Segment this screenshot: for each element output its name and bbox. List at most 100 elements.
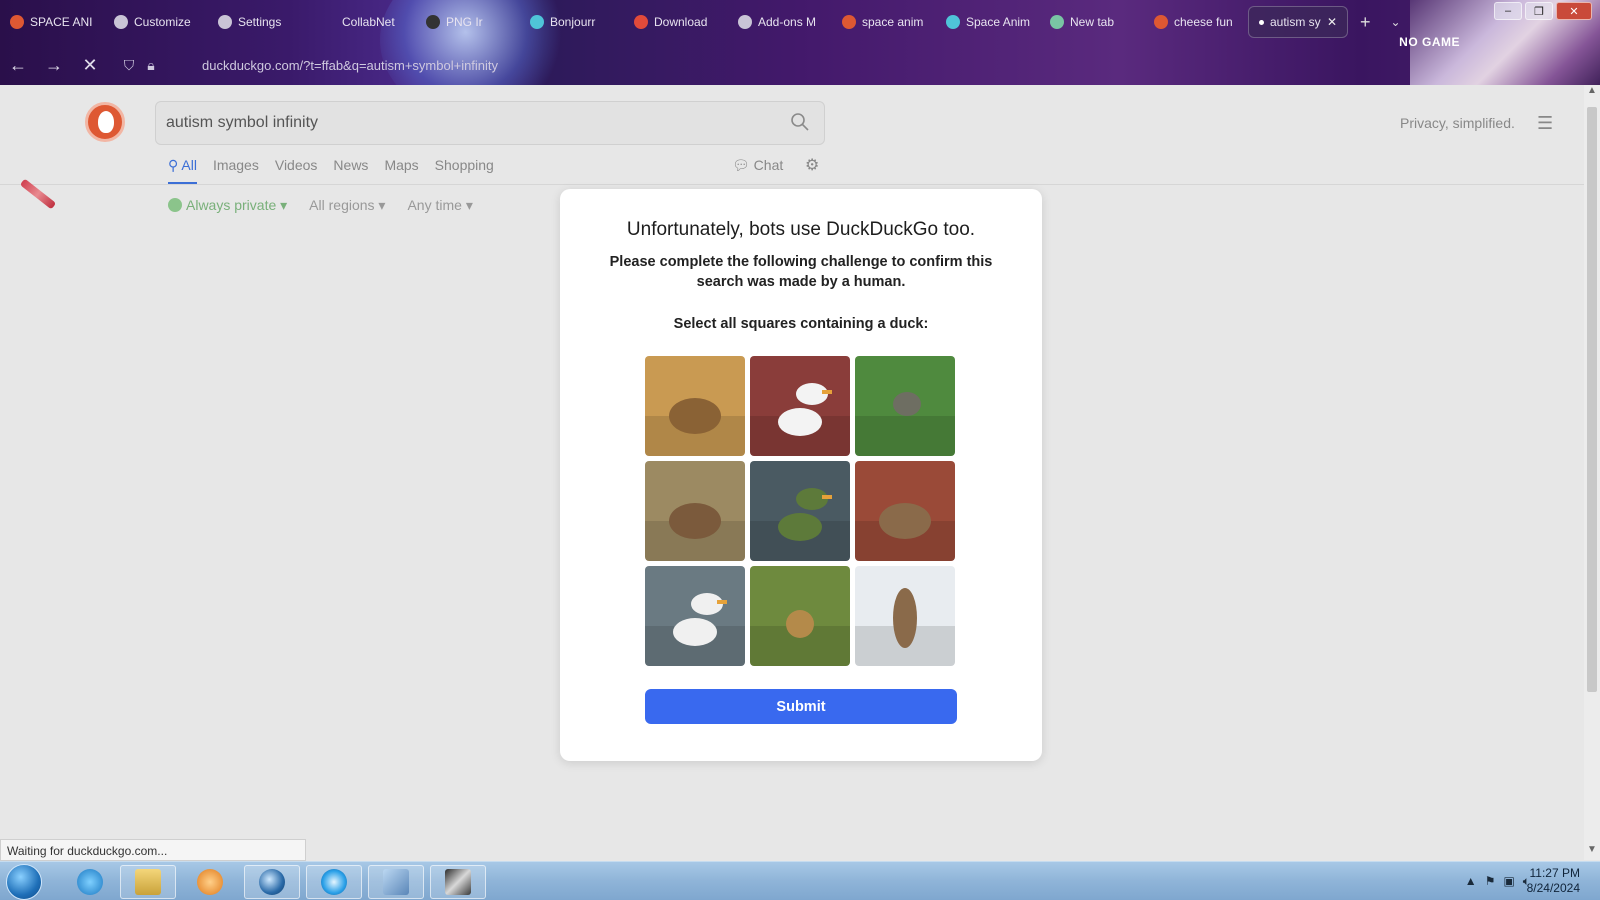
network-icon[interactable]: ▣ (1503, 874, 1514, 889)
tab-list-chevron-icon[interactable]: ⌄ (1391, 15, 1401, 29)
ducks-on-water-photo (645, 566, 745, 666)
tab-videos[interactable]: Videos (275, 157, 318, 184)
chat-icon: 💬︎ (732, 157, 754, 173)
back-button[interactable]: ← (0, 50, 36, 80)
tab-maps[interactable]: Maps (384, 157, 418, 184)
browser-tab[interactable]: CollabNet (312, 6, 416, 38)
start-button[interactable] (6, 864, 42, 900)
menu-icon[interactable]: ☰ (1537, 113, 1553, 134)
browser-tab-label: SPACE ANI (30, 15, 93, 29)
challenge-tile-deer[interactable] (645, 461, 745, 561)
challenge-tile-giraffe[interactable] (855, 566, 955, 666)
safari-icon[interactable] (306, 865, 362, 899)
tray-expand-icon[interactable]: ▲ (1465, 874, 1477, 889)
forward-button[interactable]: → (36, 50, 72, 80)
tab-chat[interactable]: 💬︎ Chat (732, 157, 783, 174)
browser-tab[interactable]: space anim (832, 6, 936, 38)
search-small-icon: ⚲ (168, 157, 182, 173)
control-panel-icon[interactable] (368, 865, 424, 899)
tab-all[interactable]: ⚲ All (168, 157, 197, 184)
vertical-scrollbar[interactable]: ▲ ▼ (1584, 85, 1600, 860)
filter-privacy[interactable]: Always private ▾ (168, 197, 287, 214)
image-icon (426, 15, 440, 29)
browser-tab-label: New tab (1070, 15, 1115, 29)
window-controls: – ❐ ✕ (1494, 2, 1592, 20)
bot-challenge-modal: Unfortunately, bots use DuckDuckGo too. … (560, 189, 1042, 761)
newtab-icon (1050, 15, 1064, 29)
browser-tab[interactable]: Space Anim (936, 6, 1040, 38)
browser-tab[interactable]: SPACE ANI (0, 6, 104, 38)
bonjourr-icon (530, 15, 544, 29)
challenge-tile-monkey[interactable] (855, 461, 955, 561)
lock-icon[interactable]: 🔒︎ (140, 57, 162, 74)
ddg-favicon-icon (1154, 15, 1168, 29)
filter-regions[interactable]: All regions ▾ (309, 197, 385, 214)
bonjourr-icon (946, 15, 960, 29)
browser-tab[interactable]: Add-ons M (728, 6, 832, 38)
browser-tab[interactable]: Bonjourr (520, 6, 624, 38)
browser-tab[interactable]: Customize (104, 6, 208, 38)
challenge-tile-mallard-ducks[interactable] (750, 461, 850, 561)
filter-time[interactable]: Any time ▾ (407, 197, 472, 214)
challenge-tile-elephant[interactable] (645, 356, 745, 456)
tab-label: Images (212, 157, 259, 173)
check-circle-icon (168, 198, 182, 212)
chat-label: Chat (753, 157, 784, 173)
media-player-icon[interactable] (182, 865, 238, 899)
browser-tab[interactable]: New tab (1040, 6, 1144, 38)
elephant-in-grass-photo (855, 356, 955, 456)
tab-images[interactable]: Images (213, 157, 259, 184)
scroll-down-icon[interactable]: ▼ (1584, 844, 1600, 860)
search-input[interactable] (166, 110, 766, 136)
tab-news[interactable]: News (333, 157, 368, 184)
browser-tab[interactable]: autism sy ✕ (1248, 6, 1348, 38)
challenge-tile-ducks[interactable] (750, 356, 850, 456)
duckduckgo-logo[interactable] (85, 102, 125, 142)
page-content: Privacy, simplified. ☰ ⚲ All Images Videos… (0, 85, 1584, 860)
new-tab-button[interactable]: + (1360, 12, 1371, 33)
clock[interactable]: 11:27 PM 8/24/2024 (1527, 866, 1580, 896)
action-center-icon[interactable]: ⚑ (1485, 874, 1496, 889)
browser-tab[interactable]: Download (624, 6, 728, 38)
restore-button[interactable]: ❐ (1525, 2, 1553, 20)
browser-tab[interactable]: cheese fun (1144, 6, 1248, 38)
deer-photo (645, 461, 745, 561)
browser-tab-label: Space Anim (966, 15, 1031, 29)
submit-button[interactable]: Submit (645, 689, 957, 724)
scrollbar-thumb[interactable] (1587, 107, 1597, 692)
tab-shopping[interactable]: Shopping (435, 157, 494, 184)
settings-gear-icon[interactable]: ⚙ (805, 155, 819, 175)
tab-label: All (181, 157, 197, 173)
minimize-button[interactable]: – (1494, 2, 1522, 20)
tab-label: Videos (274, 157, 318, 173)
challenge-tile-ducks-on-water[interactable] (645, 566, 745, 666)
address-bar[interactable]: ⛉ 🔒︎ duckduckgo.com/?t=ffab&q=autism+sym… (118, 50, 1268, 80)
search-filters: Always private ▾ All regions ▾ Any time … (168, 197, 473, 214)
close-window-button[interactable]: ✕ (1556, 2, 1592, 20)
browser-globe-icon[interactable] (244, 865, 300, 899)
monkey-photo (855, 461, 955, 561)
browser-tab-label: Add-ons M (758, 15, 817, 29)
gear-icon (218, 15, 232, 29)
system-tray: ▲ ⚑ ▣ 🔈︎ (1465, 874, 1530, 889)
clock-time: 11:27 PM (1529, 866, 1580, 880)
search-icon[interactable] (790, 112, 812, 134)
browser-tab-label: autism sy (1270, 15, 1321, 29)
scroll-up-icon[interactable]: ▲ (1584, 85, 1600, 101)
stop-loading-button[interactable]: ✕ (72, 50, 108, 80)
challenge-tile-elephant-in-grass[interactable] (855, 356, 955, 456)
url-text[interactable]: duckduckgo.com/?t=ffab&q=autism+symbol+i… (202, 58, 498, 73)
file-explorer-icon[interactable] (120, 865, 176, 899)
giraffe-photo (855, 566, 955, 666)
app-thumbnail-icon[interactable] (430, 865, 486, 899)
taskbar: ▲ ⚑ ▣ 🔈︎ 11:27 PM 8/24/2024 (0, 861, 1600, 900)
internet-explorer-icon[interactable] (62, 865, 118, 899)
nav-bar: ← → ✕ ⛉ 🔒︎ duckduckgo.com/?t=ffab&q=auti… (0, 48, 1410, 82)
browser-tab[interactable]: PNG Ir (416, 6, 520, 38)
close-tab-icon[interactable]: ✕ (1327, 15, 1337, 29)
challenge-title: Unfortunately, bots use DuckDuckGo too. (626, 219, 976, 240)
shield-icon[interactable]: ⛉ (118, 57, 140, 74)
challenge-tile-lion[interactable] (750, 566, 850, 666)
browser-chrome: SPACE ANI Customize Settings CollabNet PNG I… (0, 0, 1600, 85)
browser-tab[interactable]: Settings (208, 6, 312, 38)
